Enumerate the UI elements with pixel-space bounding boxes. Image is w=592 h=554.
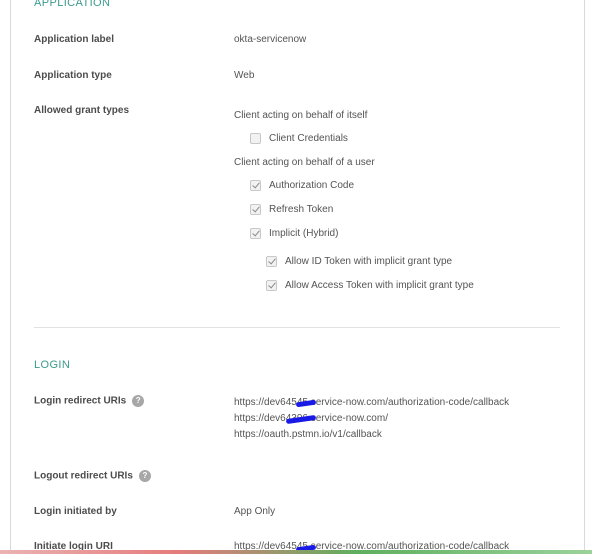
section-title-application: APPLICATION <box>34 0 111 9</box>
allow-id-token-option[interactable]: Allow ID Token with implicit grant type <box>266 256 452 267</box>
redirect-uri-3-text: https://oauth.pstmn.io/v1/callback <box>234 429 382 440</box>
application-type-value: Web <box>234 70 255 81</box>
allow-access-token-checkbox[interactable] <box>266 280 277 291</box>
login-redirect-uris-text: Login redirect URIs <box>34 395 127 407</box>
allowed-grant-types-label: Allowed grant types <box>34 105 130 116</box>
app-settings-panel: APPLICATION Application label okta-servi… <box>10 0 585 554</box>
section-divider <box>34 327 560 328</box>
redirect-uri-2: https://dev64396.service-now.com/ <box>234 411 509 427</box>
implicit-hybrid-checkbox[interactable] <box>250 228 261 239</box>
help-icon[interactable]: ? <box>138 470 151 482</box>
redirect-uri-1-text: https://dev64545.service-now.com/authori… <box>234 397 510 408</box>
application-label-label: Application label <box>34 34 115 45</box>
redirect-uri-3: https://oauth.pstmn.io/v1/callback <box>234 427 509 443</box>
authorization-code-option[interactable]: Authorization Code <box>250 180 354 191</box>
login-redirect-uri-list: https://dev64545.service-now.com/authori… <box>234 395 509 443</box>
help-icon[interactable]: ? <box>132 395 145 407</box>
allow-access-token-option[interactable]: Allow Access Token with implicit grant t… <box>266 280 474 291</box>
application-type-label: Application type <box>34 70 112 81</box>
client-credentials-option[interactable]: Client Credentials <box>250 133 348 144</box>
login-redirect-uris-label: Login redirect URIs? <box>34 395 145 407</box>
implicit-hybrid-label: Implicit (Hybrid) <box>269 228 339 239</box>
implicit-hybrid-option[interactable]: Implicit (Hybrid) <box>250 228 338 239</box>
allow-id-token-checkbox[interactable] <box>266 256 277 267</box>
logout-redirect-uris-label: Logout redirect URIs? <box>34 470 151 482</box>
section-title-login: LOGIN <box>34 359 71 371</box>
logout-redirect-uris-text: Logout redirect URIs <box>34 470 133 482</box>
redirect-uri-1: https://dev64545.service-now.com/authori… <box>234 395 509 411</box>
login-initiated-by-label: Login initiated by <box>34 506 117 517</box>
allow-access-token-label: Allow Access Token with implicit grant t… <box>285 280 474 291</box>
refresh-token-option[interactable]: Refresh Token <box>250 204 333 215</box>
group-label-itself: Client acting on behalf of itself <box>234 110 368 121</box>
authorization-code-label: Authorization Code <box>269 180 355 191</box>
client-credentials-label: Client Credentials <box>269 133 348 144</box>
allow-id-token-label: Allow ID Token with implicit grant type <box>285 256 453 267</box>
client-credentials-checkbox[interactable] <box>250 133 261 144</box>
refresh-token-checkbox[interactable] <box>250 204 261 215</box>
application-label-value: okta-servicenow <box>234 34 307 45</box>
authorization-code-checkbox[interactable] <box>250 180 261 191</box>
bottom-color-strip <box>0 550 592 554</box>
refresh-token-label: Refresh Token <box>269 204 334 215</box>
group-label-user: Client acting on behalf of a user <box>234 157 375 168</box>
login-initiated-by-value: App Only <box>234 506 276 517</box>
